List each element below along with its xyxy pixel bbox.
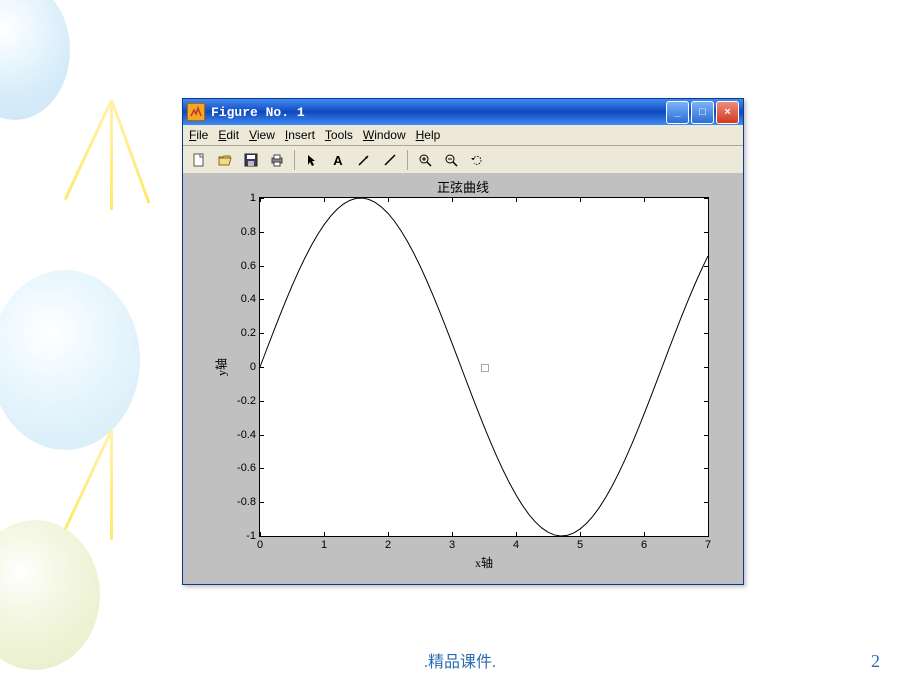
menu-file[interactable]: File [189,128,208,142]
menu-edit[interactable]: Edit [218,128,239,142]
menu-help[interactable]: Help [416,128,441,142]
window-title: Figure No. 1 [211,105,305,120]
line-button[interactable] [378,148,402,172]
menu-insert[interactable]: Insert [285,128,315,142]
ytick: -0.6 [206,462,260,474]
xtick: 7 [705,536,711,551]
arrow-button[interactable] [352,148,376,172]
ytick: 0.8 [206,226,260,238]
ytick: -0.4 [206,429,260,441]
ytick: -1 [206,530,260,542]
axes[interactable]: x轴 y轴 -1-0.8-0.6-0.4-0.200.20.40.60.8101… [259,197,709,537]
sunray-deco [110,430,113,540]
zoom-in-button[interactable] [413,148,437,172]
figure-body: 正弦曲线 x轴 y轴 -1-0.8-0.6-0.4-0.200.20.40.60… [183,173,743,584]
ytick: -0.8 [206,496,260,508]
ytick: -0.2 [206,395,260,407]
open-button[interactable] [213,148,237,172]
zoom-out-button[interactable] [439,148,463,172]
close-button[interactable]: × [716,101,739,124]
xlabel: x轴 [260,554,708,571]
toolbar: A [183,146,743,175]
ytick: 0 [206,361,260,373]
menubar: File Edit View Insert Tools Window Help [183,125,743,146]
toolbar-separator [294,150,295,170]
matlab-icon [187,103,205,121]
ytick: 0.2 [206,327,260,339]
xtick: 6 [641,536,647,551]
maximize-icon: □ [699,106,706,118]
ytick: 0.6 [206,260,260,272]
center-marker [481,364,489,372]
text-button[interactable]: A [326,148,350,172]
sunray-deco [110,99,150,203]
maximize-button[interactable]: □ [691,101,714,124]
balloon-deco [0,0,70,120]
xtick: 0 [257,536,263,551]
minimize-icon: _ [674,106,680,118]
xtick: 2 [385,536,391,551]
pointer-button[interactable] [300,148,324,172]
footer-text: .精品课件. [0,648,920,672]
chart-title: 正弦曲线 [183,177,743,196]
xtick: 5 [577,536,583,551]
xtick: 4 [513,536,519,551]
ytick: 1 [206,192,260,204]
print-button[interactable] [265,148,289,172]
toolbar-separator [407,150,408,170]
save-button[interactable] [239,148,263,172]
figure-window: Figure No. 1 _ □ × File Edit View Insert Too… [182,98,744,585]
sunray-deco [110,100,113,210]
new-button[interactable] [187,148,211,172]
sunray-deco [64,99,113,200]
sunray-deco [64,429,113,530]
menu-tools[interactable]: Tools [325,128,353,142]
xtick: 1 [321,536,327,551]
ytick: 0.4 [206,293,260,305]
close-icon: × [724,106,730,118]
menu-window[interactable]: Window [363,128,406,142]
xtick: 3 [449,536,455,551]
rotate-button[interactable] [465,148,489,172]
minimize-button[interactable]: _ [666,101,689,124]
menu-view[interactable]: View [249,128,275,142]
titlebar[interactable]: Figure No. 1 _ □ × [183,99,743,125]
balloon-deco [0,270,140,450]
page-number: 2 [871,651,880,672]
